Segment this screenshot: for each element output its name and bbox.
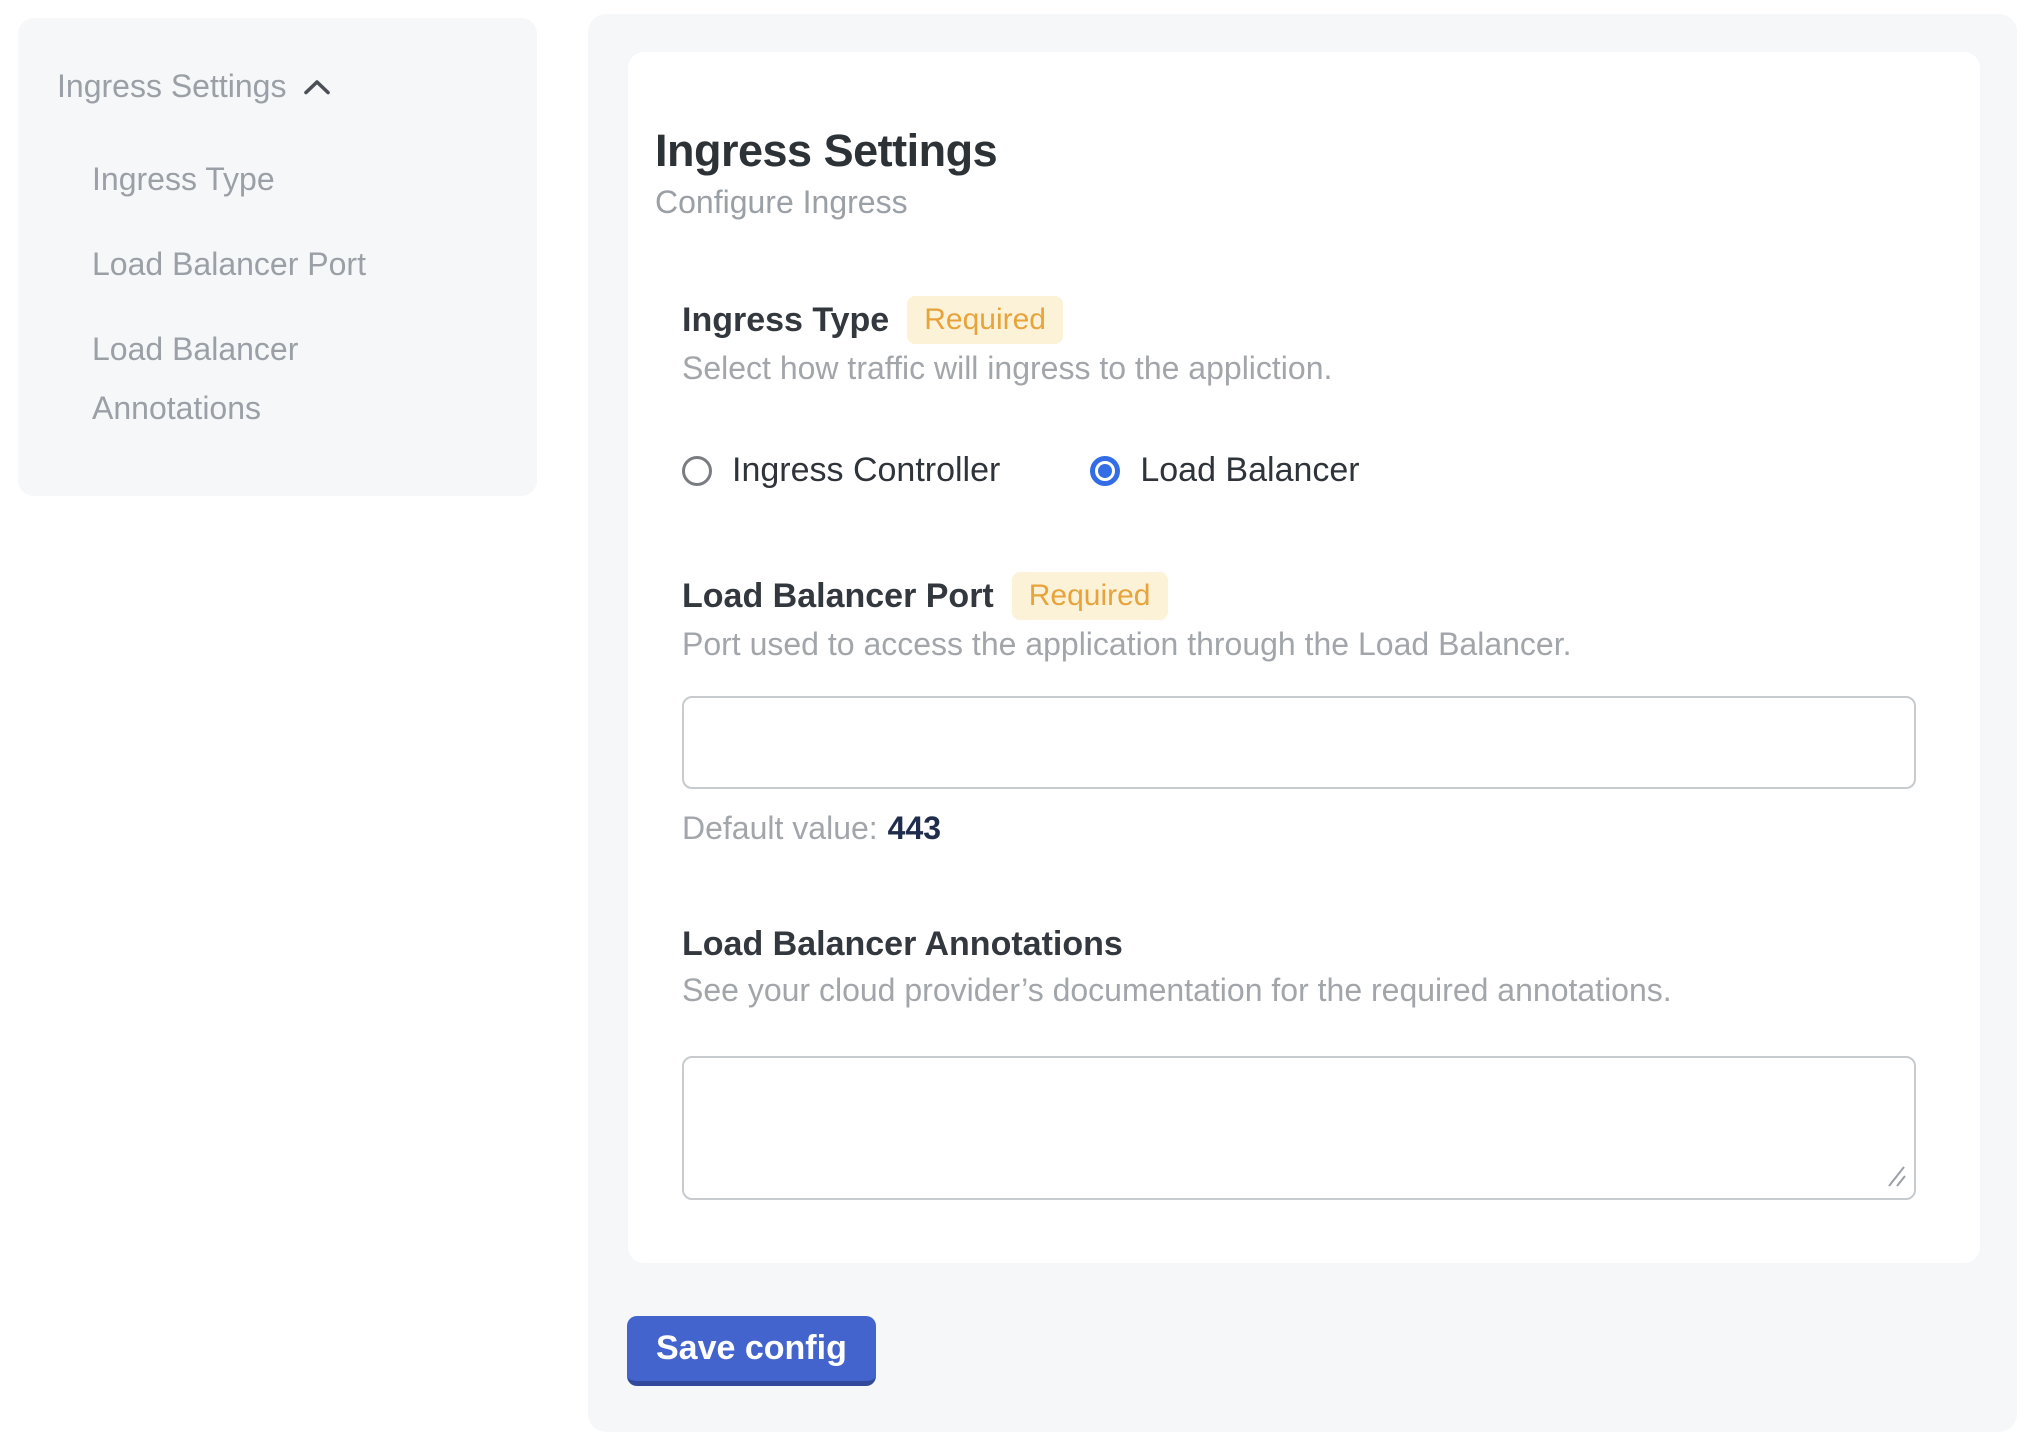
required-badge: Required (1012, 572, 1168, 620)
radio-ingress-controller[interactable] (682, 456, 712, 486)
default-value-number: 443 (888, 810, 941, 846)
default-value-label: Default value: (682, 810, 878, 846)
ingress-type-label: Ingress Type (682, 298, 889, 342)
sidebar-group-ingress-settings[interactable]: Ingress Settings (57, 66, 507, 106)
load-balancer-annotations-label: Load Balancer Annotations (682, 922, 1123, 966)
required-badge: Required (907, 296, 1063, 344)
ingress-type-radio-group: Ingress Controller Load Balancer (682, 451, 1916, 490)
radio-option-ingress-controller[interactable]: Ingress Controller (682, 451, 1000, 490)
save-config-button[interactable]: Save config (627, 1316, 876, 1386)
page-subtitle: Configure Ingress (655, 182, 908, 222)
load-balancer-annotations-description: See your cloud provider’s documentation … (682, 968, 1916, 1012)
load-balancer-annotations-field (682, 1056, 1916, 1200)
section-load-balancer-annotations: Load Balancer Annotations See your cloud… (682, 922, 1916, 1200)
radio-label-load-balancer: Load Balancer (1140, 451, 1359, 490)
sidebar-item-load-balancer-annotations[interactable]: Load Balancer Annotations (92, 320, 452, 438)
sidebar-item-ingress-type[interactable]: Ingress Type (92, 150, 452, 209)
load-balancer-port-input[interactable] (682, 696, 1916, 789)
radio-load-balancer[interactable] (1090, 456, 1120, 486)
config-card: Ingress Settings Configure Ingress Ingre… (628, 52, 1980, 1263)
radio-option-load-balancer[interactable]: Load Balancer (1090, 451, 1359, 490)
section-load-balancer-port: Load Balancer Port Required Port used to… (682, 572, 1916, 848)
load-balancer-annotations-textarea[interactable] (684, 1058, 1914, 1198)
settings-sidebar: Ingress Settings Ingress Type Load Balan… (18, 18, 537, 496)
section-ingress-type: Ingress Type Required Select how traffic… (682, 296, 1916, 490)
chevron-up-icon (302, 76, 332, 96)
sidebar-group-label: Ingress Settings (57, 66, 286, 106)
config-panel: Ingress Settings Configure Ingress Ingre… (588, 14, 2017, 1432)
radio-label-ingress-controller: Ingress Controller (732, 451, 1000, 490)
resize-handle-icon[interactable] (1884, 1164, 1908, 1193)
load-balancer-port-description: Port used to access the application thro… (682, 622, 1916, 666)
page-title: Ingress Settings (655, 125, 997, 177)
load-balancer-port-label: Load Balancer Port (682, 574, 994, 618)
sidebar-item-list: Ingress Type Load Balancer Port Load Bal… (57, 150, 507, 438)
sidebar-item-load-balancer-port[interactable]: Load Balancer Port (92, 235, 452, 294)
default-value-row: Default value: 443 (682, 808, 1916, 848)
ingress-type-description: Select how traffic will ingress to the a… (682, 346, 1916, 390)
